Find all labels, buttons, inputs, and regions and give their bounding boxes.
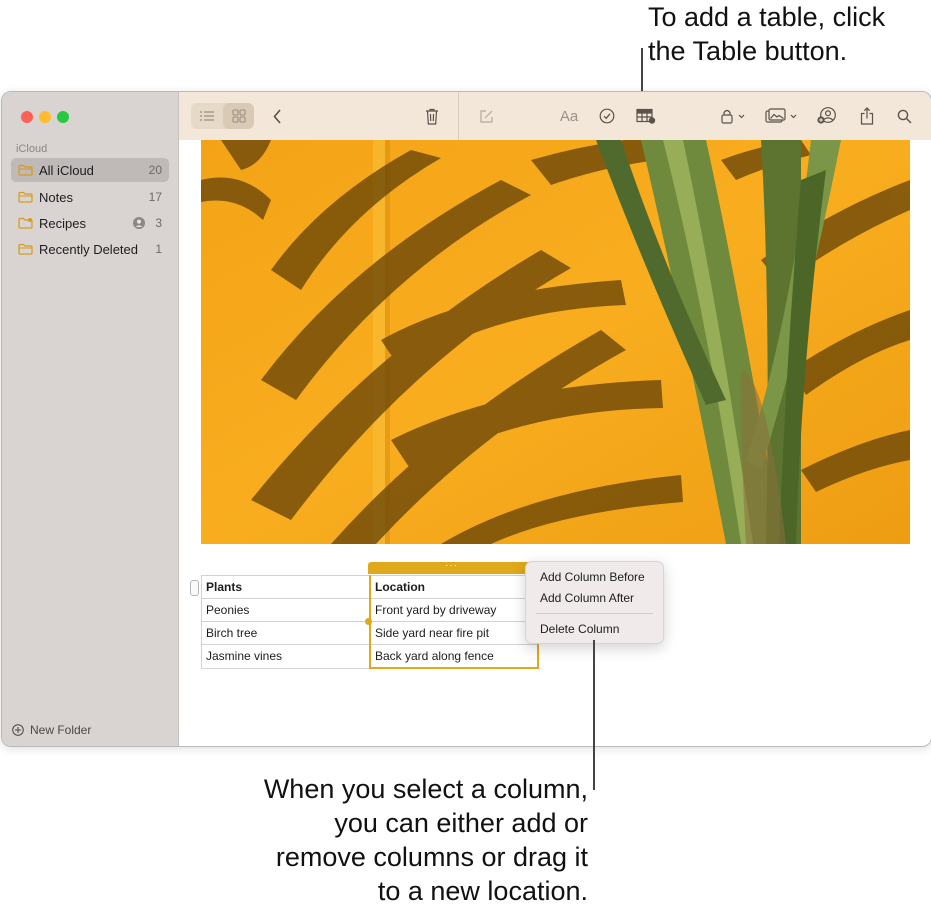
search-icon bbox=[897, 109, 911, 123]
table-cell[interactable]: Jasmine vines bbox=[201, 644, 371, 669]
callout-leader-line-bottom bbox=[593, 640, 595, 790]
new-folder-button[interactable]: New Folder bbox=[12, 723, 91, 737]
note-editor[interactable]: ··· Plants Location Peonies Front yard b… bbox=[179, 140, 931, 746]
column-context-menu: Add Column Before Add Column After Delet… bbox=[525, 561, 664, 644]
table-cell-selected[interactable]: Side yard near fire pit bbox=[369, 621, 539, 645]
zoom-window-button[interactable] bbox=[57, 111, 69, 123]
folder-name: Notes bbox=[39, 189, 73, 205]
list-view-button[interactable] bbox=[191, 103, 222, 129]
folder-count: 3 bbox=[155, 216, 162, 230]
folder-name: Recipes bbox=[39, 215, 86, 231]
folder-count: 17 bbox=[148, 190, 162, 204]
table-icon bbox=[636, 108, 656, 124]
gallery-view-button[interactable] bbox=[223, 103, 254, 129]
menu-item-add-column-after[interactable]: Add Column After bbox=[540, 589, 634, 607]
minimize-window-button[interactable] bbox=[39, 111, 51, 123]
table-header-cell-selected[interactable]: Location bbox=[369, 575, 539, 599]
table-cell-selected[interactable]: Front yard by driveway bbox=[369, 598, 539, 622]
table-button[interactable] bbox=[635, 104, 657, 128]
plus-circle-icon bbox=[12, 724, 24, 736]
folder-count: 1 bbox=[155, 242, 162, 256]
new-note-button[interactable] bbox=[477, 104, 495, 128]
sidebar: iCloud All iCloud 20 Notes 17 Recipes 3 … bbox=[2, 92, 179, 746]
folder-icon bbox=[18, 243, 33, 255]
callout-column-selection: When you select a column, you can either… bbox=[263, 774, 588, 906]
sidebar-item-recipes[interactable]: Recipes 3 bbox=[11, 211, 169, 235]
shared-folder-icon bbox=[18, 217, 33, 229]
table-cell[interactable]: Birch tree bbox=[201, 621, 371, 645]
column-selection-handle[interactable]: ··· bbox=[368, 561, 535, 574]
trash-icon bbox=[426, 108, 438, 125]
row-selection-handle[interactable] bbox=[190, 580, 199, 596]
gallery-view-icon bbox=[231, 109, 246, 123]
media-icon bbox=[765, 108, 797, 123]
table-header-row: Plants Location bbox=[201, 575, 539, 599]
view-mode-segmented-control bbox=[191, 103, 254, 129]
delete-button[interactable] bbox=[423, 104, 441, 128]
notes-window: iCloud All iCloud 20 Notes 17 Recipes 3 … bbox=[1, 91, 931, 747]
collaborate-icon bbox=[817, 107, 836, 124]
column-drag-dot[interactable] bbox=[365, 618, 372, 625]
compose-icon bbox=[479, 109, 493, 123]
callout-table-button: To add a table, click the Table button. bbox=[648, 2, 886, 66]
table-cell-selected[interactable]: Back yard along fence bbox=[369, 644, 539, 669]
checklist-button[interactable] bbox=[598, 104, 616, 128]
folder-icon bbox=[18, 164, 33, 176]
search-button[interactable] bbox=[895, 104, 913, 128]
table-header-cell[interactable]: Plants bbox=[201, 575, 371, 599]
insert-media-button[interactable] bbox=[765, 104, 801, 128]
sidebar-section-icloud: iCloud bbox=[16, 143, 48, 155]
back-button[interactable] bbox=[269, 104, 285, 128]
sidebar-item-all-icloud[interactable]: All iCloud 20 bbox=[11, 158, 169, 182]
list-view-icon bbox=[199, 111, 214, 121]
lock-icon bbox=[721, 109, 745, 124]
share-button[interactable] bbox=[858, 104, 876, 128]
toolbar: Aa bbox=[179, 92, 931, 140]
menu-item-add-column-before[interactable]: Add Column Before bbox=[540, 568, 645, 586]
folder-icon bbox=[18, 191, 33, 203]
note-photo-attachment[interactable] bbox=[201, 140, 910, 544]
back-chevron-icon bbox=[272, 108, 281, 124]
new-folder-label: New Folder bbox=[30, 723, 92, 737]
format-button[interactable]: Aa bbox=[557, 104, 581, 128]
toolbar-divider bbox=[458, 92, 459, 140]
folder-name: Recently Deleted bbox=[39, 241, 138, 257]
menu-item-delete-column[interactable]: Delete Column bbox=[540, 620, 619, 638]
folder-count: 20 bbox=[148, 163, 162, 177]
checklist-icon bbox=[599, 108, 615, 124]
shared-person-icon bbox=[133, 217, 146, 229]
table-row: Jasmine vines Back yard along fence bbox=[201, 644, 539, 669]
collaborate-button[interactable] bbox=[816, 104, 838, 128]
sidebar-item-recently-deleted[interactable]: Recently Deleted 1 bbox=[11, 237, 169, 261]
folder-name: All iCloud bbox=[39, 162, 94, 178]
sidebar-item-notes[interactable]: Notes 17 bbox=[11, 185, 169, 209]
close-window-button[interactable] bbox=[21, 111, 33, 123]
palm-shadow-photo bbox=[201, 140, 910, 544]
table-row: Birch tree Side yard near fire pit bbox=[201, 621, 539, 645]
lock-note-button[interactable] bbox=[719, 104, 749, 128]
share-icon bbox=[860, 107, 874, 125]
menu-separator bbox=[536, 613, 653, 614]
table-cell[interactable]: Peonies bbox=[201, 598, 371, 622]
